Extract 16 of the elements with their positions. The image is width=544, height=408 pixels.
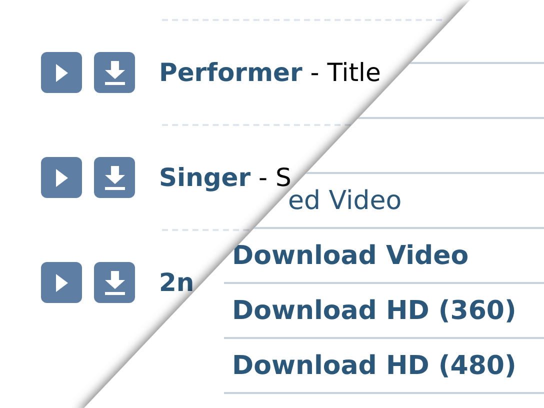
- menu-item[interactable]: Download HD (480): [232, 350, 516, 380]
- menu-item[interactable]: Download HD (360): [232, 296, 516, 326]
- download-icon: [102, 60, 126, 86]
- download-icon: [102, 164, 126, 190]
- download-button[interactable]: [94, 157, 135, 198]
- play-button[interactable]: [41, 52, 82, 93]
- download-icon: [102, 270, 126, 296]
- play-button[interactable]: [41, 157, 82, 198]
- track-title[interactable]: 2n: [159, 268, 194, 297]
- play-button[interactable]: [41, 262, 82, 303]
- menu-item[interactable]: Download Video: [232, 240, 469, 270]
- download-button[interactable]: [94, 262, 135, 303]
- play-icon: [54, 62, 70, 84]
- download-button[interactable]: [94, 52, 135, 93]
- play-icon: [54, 272, 70, 294]
- play-icon: [54, 166, 70, 188]
